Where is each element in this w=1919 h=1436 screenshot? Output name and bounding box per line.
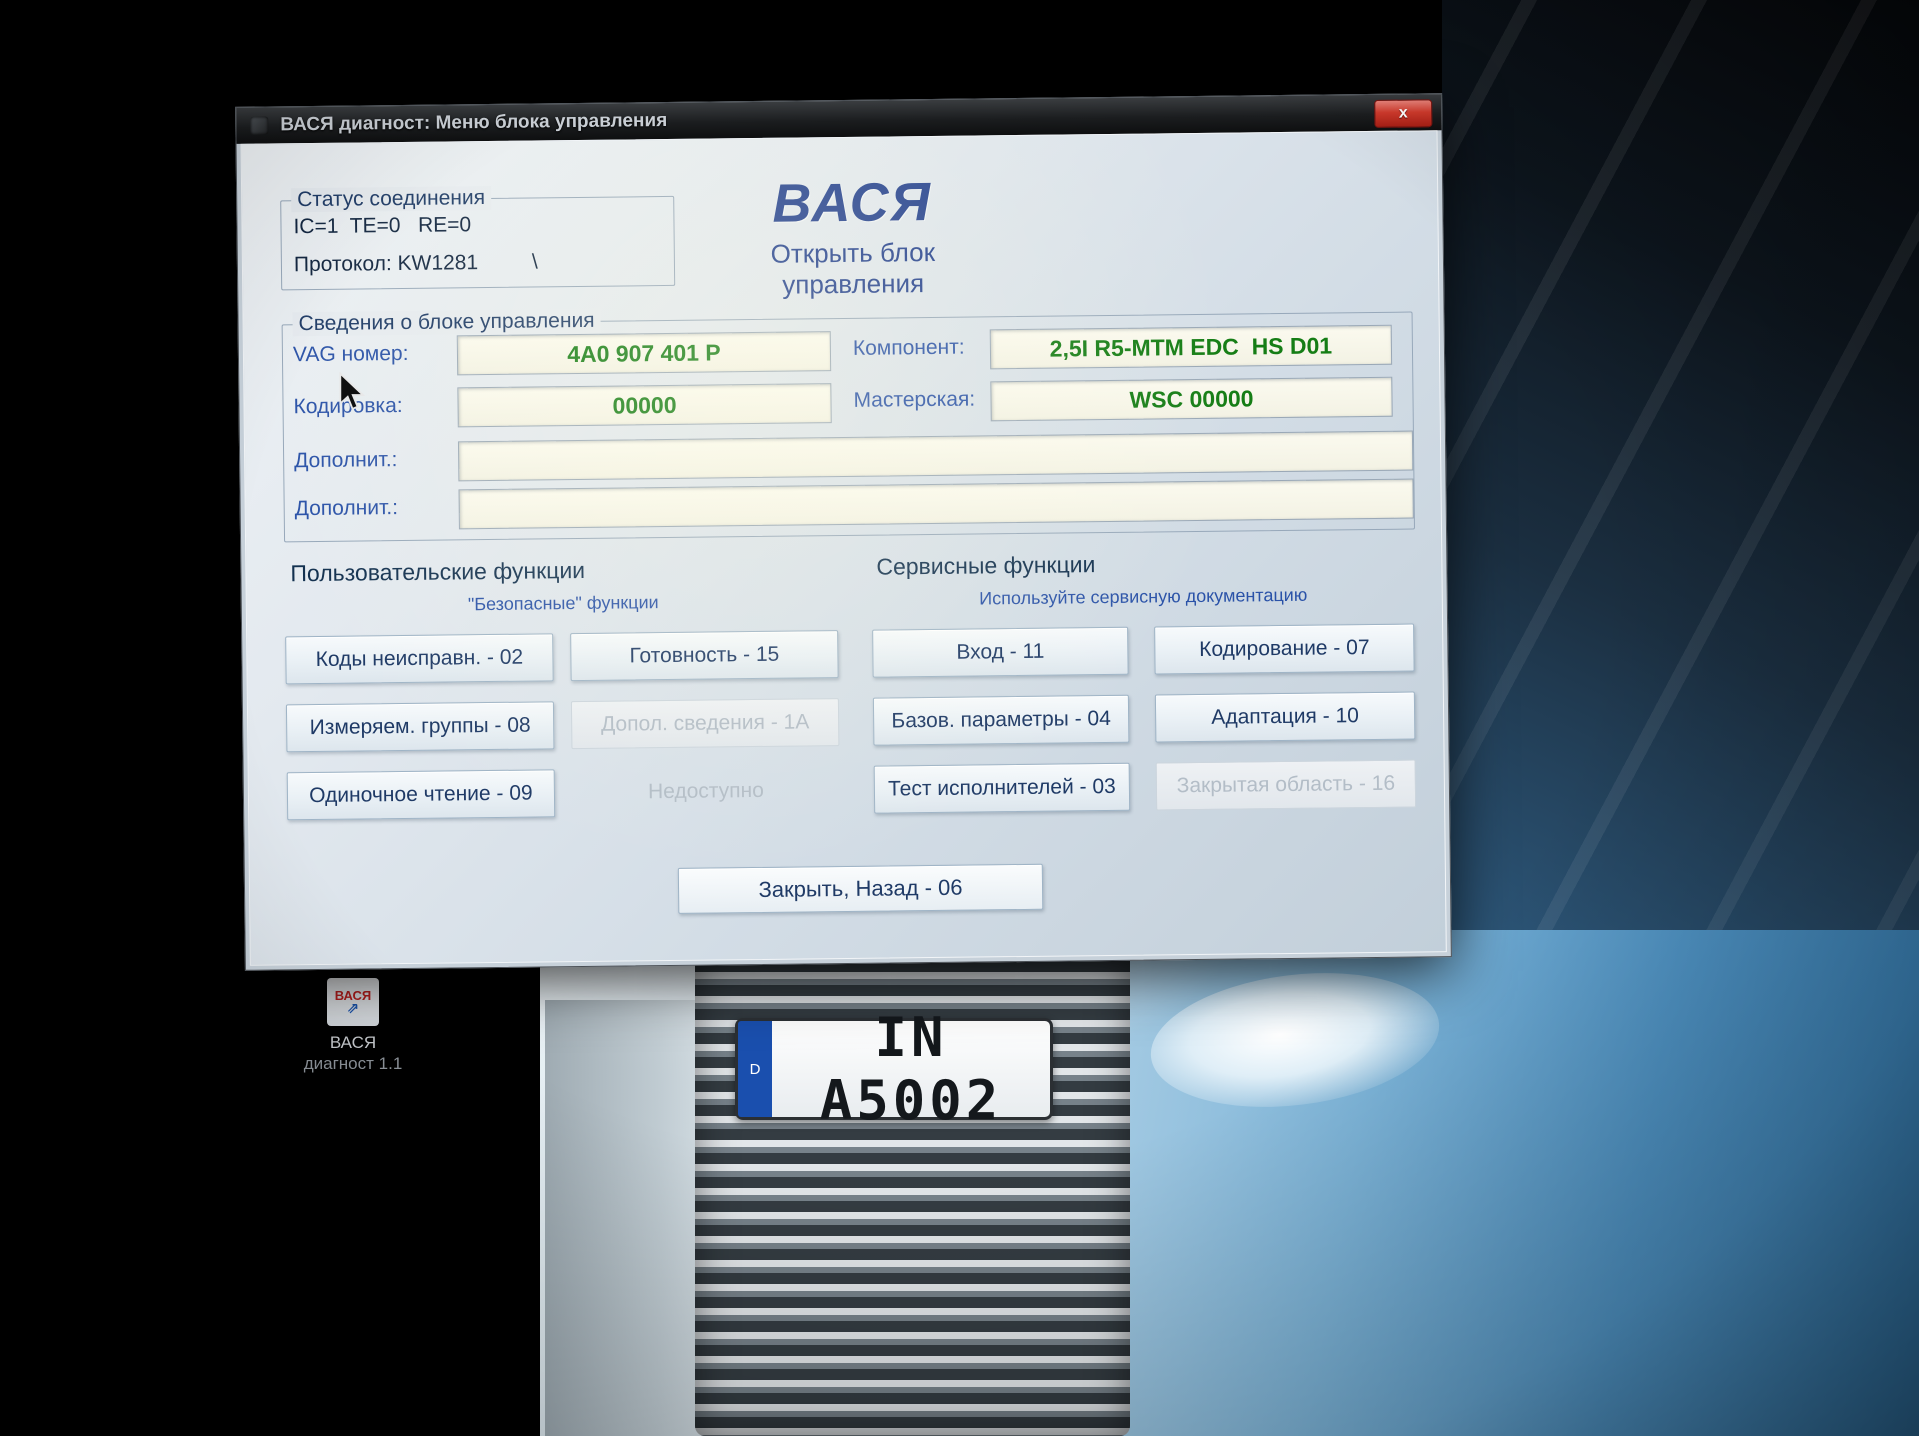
license-plate: D IN A5002 — [735, 1006, 1053, 1132]
control-unit-info-title: Сведения о блоке управления — [292, 308, 601, 337]
vag-number-label: VAG номер: — [292, 341, 409, 367]
mouse-cursor — [338, 371, 368, 417]
close-button[interactable]: x — [1374, 99, 1433, 128]
app-logo: ВАСЯ Открыть блок управления — [697, 170, 1008, 302]
readiness-button[interactable]: Готовность - 15 — [570, 630, 839, 682]
output-tests-button[interactable]: Тест исполнителей - 03 — [873, 762, 1131, 814]
photographed-screen: D IN A5002 ВАСЯ ⇗ ВАСЯ диагност 1.1 ВАСЯ… — [0, 0, 1919, 1436]
adaptation-button[interactable]: Адаптация - 10 — [1154, 691, 1416, 743]
vag-number-field: 4A0 907 401 P — [456, 331, 832, 376]
desktop-icon-label: ВАСЯ диагност 1.1 — [288, 1032, 418, 1074]
login-button[interactable]: Вход - 11 — [872, 626, 1129, 678]
component-field: 2,5I R5-MTM EDC HS D01 — [989, 324, 1393, 370]
user-functions-subtitle: "Безопасные" функции — [467, 592, 659, 615]
workshop-field: WSC 00000 — [990, 376, 1393, 422]
user-functions-title: Пользовательские функции — [290, 556, 586, 587]
extra1-field — [457, 430, 1414, 482]
basic-settings-button[interactable]: Базов. параметры - 04 — [872, 694, 1130, 746]
status-counters: IC=1 TE=0 RE=0 — [293, 213, 472, 239]
coding-value: 00000 — [612, 391, 677, 419]
coding-button[interactable]: Кодирование - 07 — [1154, 623, 1415, 675]
control-unit-menu-window: ВАСЯ диагност: Меню блока управления x С… — [235, 93, 1452, 971]
advanced-info-button: Допол. сведения - 1A — [570, 698, 840, 750]
close-back-button[interactable]: Закрыть, Назад - 06 — [677, 863, 1044, 914]
service-functions-subtitle: Используйте сервисную документацию — [979, 584, 1308, 609]
service-function-buttons: Вход - 11 Кодирование - 07 Базов. параме… — [872, 623, 1417, 814]
extra2-field — [458, 478, 1414, 530]
icon-label-line2: диагност 1.1 — [303, 1054, 403, 1073]
security-access-button: Закрытая область - 16 — [1155, 759, 1417, 811]
vasya-app-icon[interactable]: ВАСЯ ⇗ — [327, 978, 379, 1026]
control-unit-info-group: Сведения о блоке управления VAG номер: 4… — [281, 308, 1416, 543]
connection-status-group: Статус соединения IC=1 TE=0 RE=0 Протоко… — [280, 185, 676, 291]
desktop-icon-vasya[interactable]: ВАСЯ ⇗ ВАСЯ диагност 1.1 — [288, 978, 418, 1074]
protocol-slash: \ — [531, 250, 538, 274]
fault-codes-button[interactable]: Коды неисправн. - 02 — [285, 633, 554, 685]
icon-blue-arrow: ⇗ — [346, 999, 360, 1017]
single-reading-button[interactable]: Одиночное чтение - 09 — [286, 769, 556, 821]
app-icon — [250, 116, 269, 135]
component-label: Компонент: — [852, 335, 965, 360]
window-title: ВАСЯ диагност: Меню блока управления — [280, 109, 668, 136]
coding-field: 00000 — [457, 383, 832, 428]
protocol-line: Протокол: KW1281 — [293, 251, 479, 277]
plate-number: IN A5002 — [819, 1006, 1003, 1132]
user-function-buttons: Коды неисправн. - 02 Готовность - 15 Изм… — [285, 630, 841, 821]
logo-title: ВАСЯ — [772, 171, 933, 234]
logo-subtitle: Открыть блок управления — [770, 236, 936, 300]
window-client-area: Статус соединения IC=1 TE=0 RE=0 Протоко… — [240, 130, 1447, 966]
workshop-value: WSC 00000 — [1129, 384, 1254, 413]
connection-status-title: Статус соединения — [291, 185, 492, 213]
extra1-label: Дополнит.: — [294, 448, 398, 473]
plate-eu-band: D — [738, 1021, 772, 1117]
workshop-label: Мастерская: — [853, 387, 976, 412]
measuring-groups-button[interactable]: Измеряем. группы - 08 — [285, 701, 555, 753]
unavailable-button: Недоступно — [572, 766, 841, 817]
service-functions-title: Сервисные функции — [876, 551, 1096, 580]
extra2-label: Дополнит.: — [294, 496, 399, 521]
icon-label-line1: ВАСЯ — [329, 1033, 377, 1052]
vag-number-value: 4A0 907 401 P — [567, 338, 721, 367]
component-value: 2,5I R5-MTM EDC HS D01 — [1049, 331, 1333, 362]
